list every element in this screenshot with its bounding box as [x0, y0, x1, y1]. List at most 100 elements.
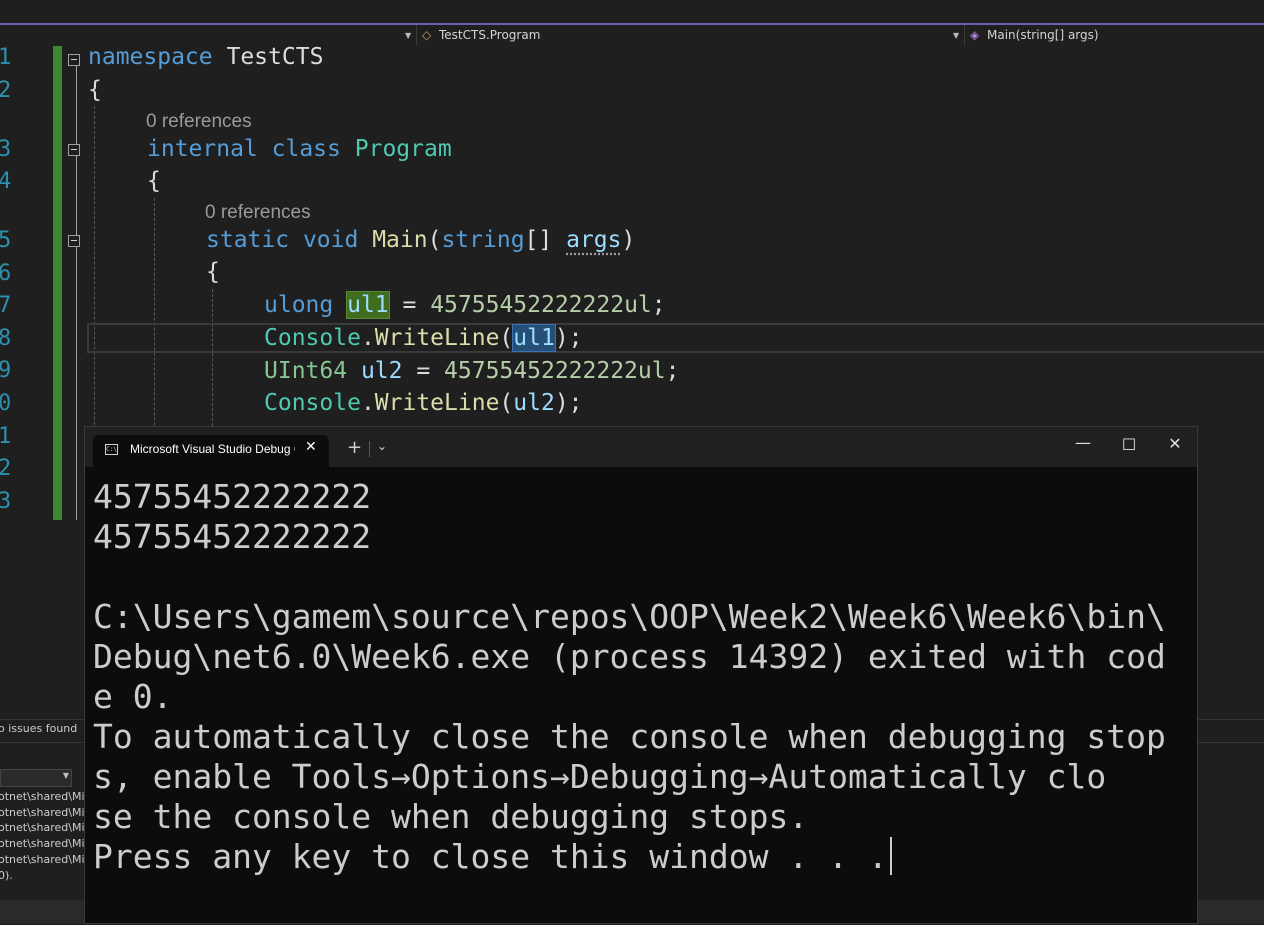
output-line: otnet\shared\Mic [0, 853, 91, 866]
parameter-name: args [566, 227, 622, 253]
line-number: 5 [0, 228, 12, 253]
nav-divider [964, 25, 965, 46]
class-name: Program [354, 136, 452, 162]
variable-name: ul2 [360, 358, 403, 384]
references-codelens[interactable]: 0 references [205, 202, 311, 224]
code-line-8[interactable]: Console.WriteLine(ul1); [264, 322, 583, 354]
git-change-bar [53, 46, 62, 520]
code-line-1[interactable]: namespace TestCTS [88, 46, 323, 73]
number-literal: 45755452222222ul [444, 358, 666, 384]
line-number: 3 [0, 489, 12, 514]
console-line: s, enable Tools→Options→Debugging→Automa… [93, 757, 1107, 796]
console-prompt-text: Press any key to close this window . . . [93, 837, 888, 876]
line-number: 0 [0, 391, 12, 416]
navigation-bar: ▼ ◇ TestCTS.Program ▼ ◈ Main(string[] ar… [0, 25, 1264, 47]
close-tab-icon[interactable]: ✕ [305, 439, 317, 455]
class-dropdown[interactable]: TestCTS.Program [439, 25, 540, 46]
method-icon: ◈ [970, 28, 980, 42]
debug-console-window[interactable]: C:\ Microsoft Visual Studio Debug Consol… [84, 426, 1198, 924]
references-codelens[interactable]: 0 references [146, 111, 252, 133]
punct: [] [524, 227, 567, 253]
type-name: UInt64 [264, 358, 348, 384]
punct: ( [499, 325, 514, 351]
punct: ); [554, 325, 583, 351]
class-name: Console [264, 325, 361, 351]
code-line-3[interactable]: internal class Program [147, 133, 452, 165]
collapse-namespace-icon[interactable] [68, 54, 80, 66]
close-window-icon[interactable]: ✕ [1160, 434, 1190, 453]
line-number: 1 [0, 424, 12, 449]
variable-definition-highlight: ul1 [346, 291, 390, 319]
punct: = [402, 358, 445, 384]
code-line-9[interactable]: UInt64 ul2 = 45755452222222ul; [264, 355, 679, 387]
code-line-10[interactable]: Console.WriteLine(ul2); [264, 387, 583, 419]
line-number: 6 [0, 261, 12, 286]
code-line-4[interactable]: { [147, 165, 161, 197]
keyword: internal [147, 136, 258, 162]
output-line: otnet\shared\Mic [0, 837, 91, 850]
class-name: Console [264, 390, 361, 416]
minimize-icon[interactable]: — [1068, 433, 1098, 452]
punct: ); [554, 390, 583, 416]
punct: ; [665, 358, 680, 384]
punct: ) [621, 227, 636, 253]
console-line: e 0. [93, 677, 173, 716]
console-output[interactable]: 45755452222222 45755452222222 C:\Users\g… [93, 477, 1193, 877]
console-titlebar[interactable]: C:\ Microsoft Visual Studio Debug Consol… [85, 427, 1197, 467]
collapse-class-icon[interactable] [68, 144, 80, 156]
variable-reference-highlight: ul1 [512, 324, 556, 352]
punct: ; [651, 292, 666, 318]
output-source-dropdown[interactable]: ▼ [0, 769, 72, 787]
keyword: class [271, 136, 341, 162]
code-line-5[interactable]: static void Main(string[] args) [206, 224, 635, 256]
line-number: 4 [0, 169, 12, 194]
output-line: otnet\shared\Mic [0, 806, 91, 819]
console-tab-title: Microsoft Visual Studio Debug Console [130, 442, 295, 456]
nav-divider [416, 25, 417, 46]
output-line: 0). [0, 869, 13, 882]
class-icon: ◇ [422, 28, 432, 42]
chevron-down-icon[interactable]: ⌄ [377, 439, 387, 453]
console-line: To automatically close the console when … [93, 717, 1166, 756]
new-tab-icon[interactable]: + [347, 437, 362, 458]
text-cursor [889, 837, 892, 875]
console-prompt-line: Press any key to close this window . . . [93, 837, 1193, 877]
method-name: WriteLine [374, 390, 500, 416]
punct: ( [427, 227, 442, 253]
chevron-down-icon: ▼ [62, 771, 69, 780]
fold-line [76, 66, 77, 520]
line-number: 3 [0, 137, 12, 162]
keyword: namespace [88, 46, 213, 70]
keyword: static [206, 227, 290, 253]
console-tab[interactable]: C:\ Microsoft Visual Studio Debug Consol… [93, 435, 329, 467]
number-literal: 45755452222222ul [430, 292, 652, 318]
namespace-name: TestCTS [226, 46, 324, 70]
class-dropdown-caret-icon[interactable]: ▼ [953, 25, 959, 46]
code-line-7[interactable]: ulong ul1 = 45755452222222ul; [264, 289, 666, 321]
punct: ( [499, 390, 514, 416]
code-line-6[interactable]: { [206, 256, 220, 288]
punct: . [360, 390, 375, 416]
console-line: 45755452222222 [93, 477, 372, 516]
keyword: void [302, 227, 359, 253]
method-name: WriteLine [374, 325, 500, 351]
line-number: 2 [0, 78, 12, 103]
console-app-icon: C:\ [105, 444, 118, 455]
punct: = [388, 292, 431, 318]
project-dropdown-caret-icon[interactable]: ▼ [405, 25, 411, 46]
code-line-2[interactable]: { [88, 74, 102, 106]
collapse-method-icon[interactable] [68, 235, 80, 247]
console-line: 45755452222222 [93, 517, 372, 556]
maximize-icon[interactable]: ☐ [1114, 435, 1144, 454]
line-number: 1 [0, 46, 12, 70]
variable-name: ul2 [513, 390, 555, 416]
punct: . [360, 325, 375, 351]
console-line: Debug\net6.0\Week6.exe (process 14392) e… [93, 637, 1166, 676]
console-line: C:\Users\gamem\source\repos\OOP\Week2\We… [93, 597, 1166, 636]
method-name: Main [372, 227, 428, 253]
member-dropdown[interactable]: Main(string[] args) [987, 25, 1099, 46]
issues-status-text[interactable]: o issues found [0, 722, 77, 735]
line-number: 9 [0, 358, 12, 383]
line-number: 2 [0, 456, 12, 481]
